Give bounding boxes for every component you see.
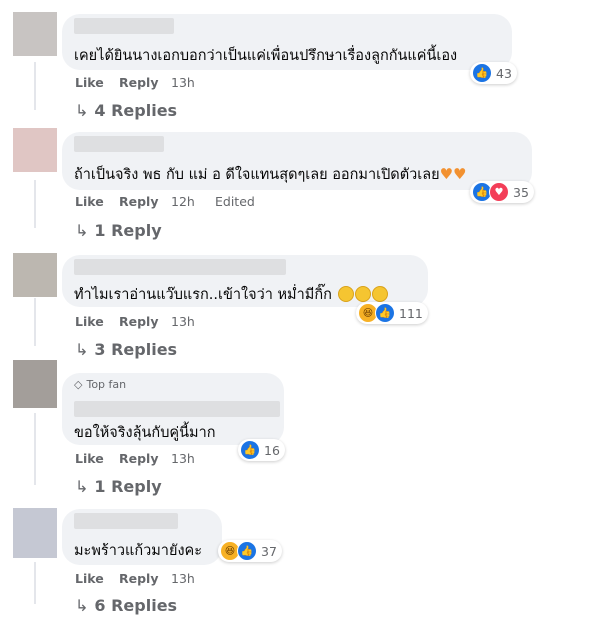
comment-text-content: ถ้าเป็นจริง พธ กับ แม่ อ ดีใจแทนสุดๆเลย … bbox=[74, 167, 440, 183]
top-fan-label: Top fan bbox=[86, 378, 127, 391]
reaction-summary[interactable]: 👍 16 bbox=[238, 439, 285, 461]
reaction-summary[interactable]: 👍 ♥ 35 bbox=[470, 181, 534, 203]
comment: มะพร้าวแก้วมายังคะ 😆 👍 37 Like Reply 13h… bbox=[0, 502, 600, 622]
replies-count: 3 Replies bbox=[94, 340, 178, 359]
reply-arrow-icon: ↳ bbox=[75, 596, 89, 615]
reply-button[interactable]: Reply bbox=[119, 451, 171, 466]
reaction-summary[interactable]: 👍 43 bbox=[470, 62, 517, 84]
replies-count: 6 Replies bbox=[94, 596, 178, 615]
commenter-name[interactable] bbox=[74, 18, 174, 34]
like-button[interactable]: Like bbox=[75, 451, 119, 466]
comment-text: เคยได้ยินนางเอกบอกว่าเป็นแค่เพื่อนปรึกษา… bbox=[74, 48, 458, 64]
like-button[interactable]: Like bbox=[75, 571, 119, 586]
reply-arrow-icon: ↳ bbox=[75, 101, 89, 120]
comment-bubble: ถ้าเป็นจริง พธ กับ แม่ อ ดีใจแทนสุดๆเลย … bbox=[62, 132, 532, 190]
avatar[interactable] bbox=[13, 128, 57, 172]
timestamp[interactable]: 12h bbox=[171, 194, 215, 209]
comment: ทำไมเราอ่านแว๊บแรก..เข้าใจว่า หม่ำมีกิ๊ก… bbox=[0, 245, 600, 365]
reply-arrow-icon: ↳ bbox=[75, 477, 89, 496]
avatar[interactable] bbox=[13, 253, 57, 297]
thumbs-up-icon: 👍 bbox=[375, 303, 395, 323]
comment-text: ถ้าเป็นจริง พธ กับ แม่ อ ดีใจแทนสุดๆเลย … bbox=[74, 163, 467, 186]
commenter-name[interactable] bbox=[74, 136, 164, 152]
reply-arrow-icon: ↳ bbox=[75, 221, 89, 240]
grinning-face-icon bbox=[354, 286, 371, 302]
top-fan-badge[interactable]: ◇ Top fan bbox=[74, 378, 126, 391]
comment-text-content: ทำไมเราอ่านแว๊บแรก..เข้าใจว่า หม่ำมีกิ๊ก bbox=[74, 287, 332, 303]
replies-count: 1 Reply bbox=[94, 221, 162, 240]
timestamp[interactable]: 13h bbox=[171, 75, 215, 90]
timestamp[interactable]: 13h bbox=[171, 451, 215, 466]
comment-actions: Like Reply 12h Edited bbox=[75, 194, 255, 209]
view-replies-link[interactable]: ↳ 3 Replies bbox=[75, 340, 177, 359]
thumbs-up-icon: 👍 bbox=[237, 541, 257, 561]
timestamp[interactable]: 13h bbox=[171, 571, 215, 586]
reaction-count: 111 bbox=[399, 305, 423, 321]
comment-bubble: มะพร้าวแก้วมายังคะ bbox=[62, 509, 222, 565]
grinning-face-icon bbox=[371, 286, 388, 302]
reply-button[interactable]: Reply bbox=[119, 75, 171, 90]
comment-text: มะพร้าวแก้วมายังคะ bbox=[74, 543, 203, 559]
view-replies-link[interactable]: ↳ 6 Replies bbox=[75, 596, 177, 615]
avatar[interactable] bbox=[13, 508, 57, 558]
reaction-count: 43 bbox=[496, 65, 512, 81]
reply-arrow-icon: ↳ bbox=[75, 340, 89, 359]
comment-text: ทำไมเราอ่านแว๊บแรก..เข้าใจว่า หม่ำมีกิ๊ก bbox=[74, 283, 388, 306]
timestamp[interactable]: 13h bbox=[171, 314, 215, 329]
like-button[interactable]: Like bbox=[75, 314, 119, 329]
avatar[interactable] bbox=[13, 360, 57, 408]
comment: ถ้าเป็นจริง พธ กับ แม่ อ ดีใจแทนสุดๆเลย … bbox=[0, 125, 600, 245]
reaction-count: 37 bbox=[261, 543, 277, 559]
thumbs-up-icon: 👍 bbox=[472, 63, 492, 83]
grinning-face-icon bbox=[337, 286, 354, 302]
comment-text: ขอให้จริงลุ้นกับคู่นี้มาก bbox=[74, 425, 216, 441]
commenter-name[interactable] bbox=[74, 513, 178, 529]
reply-button[interactable]: Reply bbox=[119, 571, 171, 586]
comment-actions: Like Reply 13h bbox=[75, 314, 215, 329]
commenter-name[interactable] bbox=[74, 259, 286, 275]
comment-actions: Like Reply 13h bbox=[75, 75, 215, 90]
reply-button[interactable]: Reply bbox=[119, 194, 171, 209]
comment-actions: Like Reply 13h bbox=[75, 571, 215, 586]
view-replies-link[interactable]: ↳ 1 Reply bbox=[75, 221, 162, 240]
comment: เคยได้ยินนางเอกบอกว่าเป็นแค่เพื่อนปรึกษา… bbox=[0, 0, 600, 125]
comment-bubble: ทำไมเราอ่านแว๊บแรก..เข้าใจว่า หม่ำมีกิ๊ก bbox=[62, 255, 428, 307]
edited-label[interactable]: Edited bbox=[215, 194, 255, 209]
replies-count: 4 Replies bbox=[94, 101, 178, 120]
view-replies-link[interactable]: ↳ 4 Replies bbox=[75, 101, 177, 120]
diamond-icon: ◇ bbox=[74, 378, 83, 391]
thumbs-up-icon: 👍 bbox=[240, 440, 260, 460]
like-button[interactable]: Like bbox=[75, 194, 119, 209]
comment-actions: Like Reply 13h bbox=[75, 451, 215, 466]
orange-heart-icon: ♥ bbox=[453, 165, 467, 183]
comment-bubble: ◇ Top fan ขอให้จริงลุ้นกับคู่นี้มาก bbox=[62, 373, 284, 445]
reaction-count: 35 bbox=[513, 184, 529, 200]
comment-bubble: เคยได้ยินนางเอกบอกว่าเป็นแค่เพื่อนปรึกษา… bbox=[62, 14, 512, 70]
like-button[interactable]: Like bbox=[75, 75, 119, 90]
replies-count: 1 Reply bbox=[94, 477, 162, 496]
orange-heart-icon: ♥ bbox=[439, 165, 454, 183]
reaction-count: 16 bbox=[264, 442, 280, 458]
avatar[interactable] bbox=[13, 12, 57, 56]
reaction-summary[interactable]: 😆 👍 111 bbox=[356, 302, 428, 324]
comment: ◇ Top fan ขอให้จริงลุ้นกับคู่นี้มาก 👍 16… bbox=[0, 360, 600, 502]
reaction-summary[interactable]: 😆 👍 37 bbox=[218, 540, 282, 562]
view-replies-link[interactable]: ↳ 1 Reply bbox=[75, 477, 162, 496]
commenter-name[interactable] bbox=[74, 401, 280, 417]
reply-button[interactable]: Reply bbox=[119, 314, 171, 329]
heart-icon: ♥ bbox=[489, 182, 509, 202]
